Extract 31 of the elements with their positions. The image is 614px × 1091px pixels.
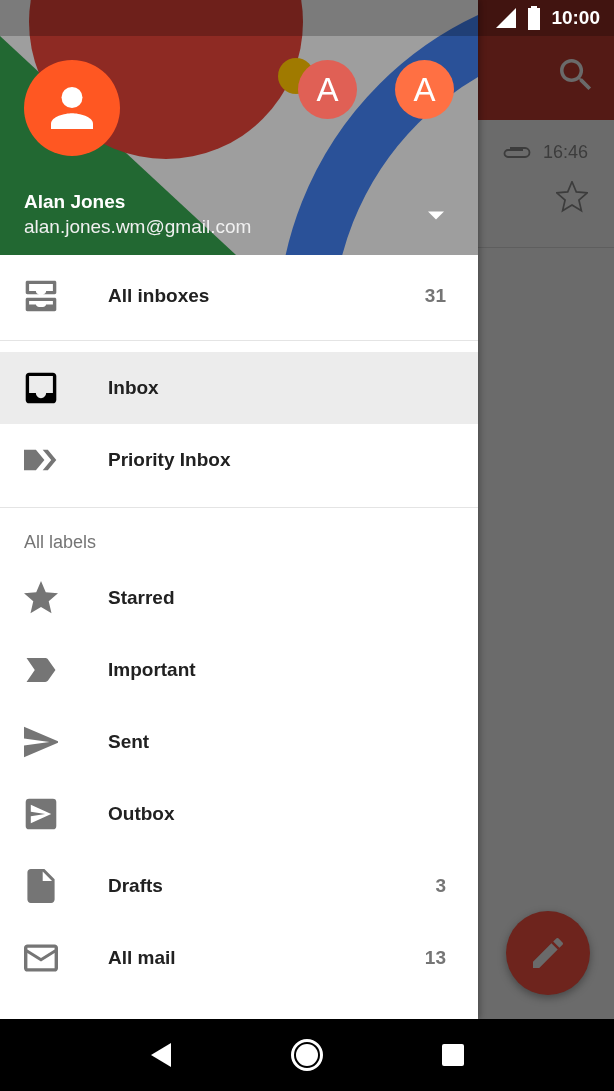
- drawer-item[interactable]: Priority Inbox: [0, 424, 478, 496]
- send-icon: [24, 725, 58, 759]
- item-count: 3: [435, 875, 446, 897]
- drawer-item[interactable]: Drafts 3: [0, 850, 478, 922]
- drawer-item[interactable]: Outbox: [0, 778, 478, 850]
- outbox-icon: [24, 797, 58, 831]
- status-time: 10:00: [551, 7, 600, 29]
- inbox-icon: [24, 371, 58, 405]
- drawer-item[interactable]: All mail 13: [0, 922, 478, 994]
- star-icon[interactable]: [556, 181, 588, 213]
- drawer-item[interactable]: Important: [0, 634, 478, 706]
- search-icon[interactable]: [560, 59, 592, 91]
- recents-button[interactable]: [441, 1043, 466, 1067]
- drawer-item[interactable]: All inboxes 31: [0, 260, 478, 332]
- pencil-icon: [533, 938, 563, 968]
- drawer-item[interactable]: Sent: [0, 706, 478, 778]
- star-icon: [24, 581, 58, 615]
- item-count: 31: [424, 285, 446, 307]
- battery-icon: [527, 6, 542, 30]
- account-name: Alan Jones: [24, 190, 127, 214]
- dropdown-arrow-icon[interactable]: [428, 210, 444, 220]
- envelope-icon: [24, 941, 58, 975]
- section-heading: All labels: [23, 531, 98, 554]
- person-icon: [51, 87, 93, 129]
- signal-icon: [495, 7, 518, 29]
- inbox-tray-icon: [24, 279, 58, 313]
- drawer-item[interactable]: Starred: [0, 562, 478, 634]
- drawer-item[interactable]: Inbox: [0, 352, 478, 424]
- item-count: 13: [424, 947, 446, 969]
- document-icon: [24, 869, 58, 903]
- home-button[interactable]: [290, 1038, 324, 1072]
